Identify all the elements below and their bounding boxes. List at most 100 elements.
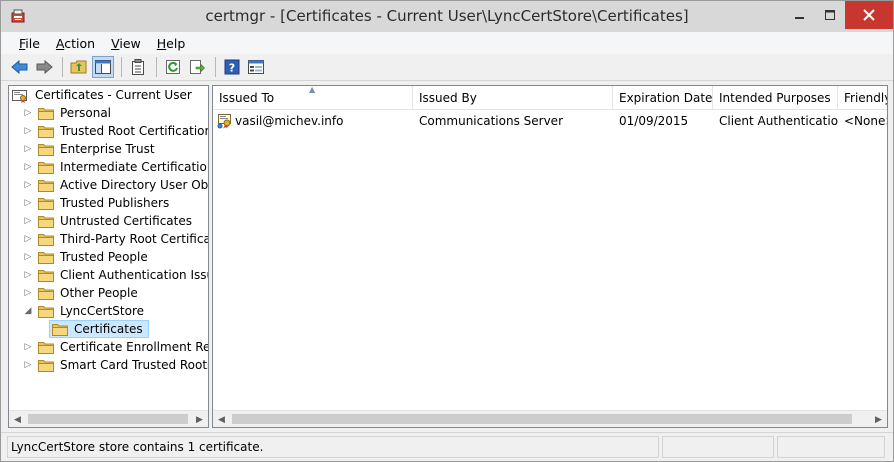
tree-item-label: Other People (60, 286, 138, 300)
folder-front-shape (38, 218, 54, 228)
menu-view[interactable]: View (103, 36, 149, 51)
menu-file[interactable]: File (11, 36, 48, 51)
column-expiration-date[interactable]: Expiration Date (613, 86, 713, 110)
folder-icon (38, 287, 54, 300)
expand-arrow-icon[interactable]: ▷ (21, 284, 35, 302)
column-friendly-name[interactable]: Friendly (838, 86, 887, 110)
tree-item[interactable]: ▷ Untrusted Certificates (21, 212, 198, 230)
table-row[interactable]: vasil@michev.info Communications Server … (213, 111, 887, 131)
expand-arrow-icon[interactable]: ▷ (21, 248, 35, 266)
close-button[interactable] (845, 1, 893, 29)
tree-item-content: Untrusted Certificates (35, 212, 198, 230)
scroll-right-icon[interactable]: ▶ (870, 411, 887, 427)
scroll-left-icon[interactable]: ◀ (213, 411, 230, 427)
tree-item[interactable]: ▷ Trusted People (21, 248, 154, 266)
folder-icon (52, 323, 68, 336)
tree-item-label: Trusted People (60, 250, 148, 264)
expand-arrow-icon[interactable]: ▷ (21, 212, 35, 230)
list-header: ▲ Issued To Issued By Expiration Date In… (213, 86, 887, 110)
scroll-left-icon[interactable]: ◀ (9, 411, 26, 427)
tree-item[interactable]: ▷ Other People (21, 284, 144, 302)
column-issued-by[interactable]: Issued By (413, 86, 613, 110)
tree-item[interactable]: ◢ LyncCertStore (21, 302, 150, 320)
expand-arrow-icon[interactable]: ▷ (21, 266, 35, 284)
list-scroll-thumb[interactable] (232, 414, 852, 424)
tree-item[interactable]: ▷ Trusted Publishers (21, 194, 175, 212)
tree-item[interactable]: ▷ Certificate Enrollment Reques (21, 338, 208, 356)
column-issued-to[interactable]: ▲ Issued To (213, 86, 413, 110)
cell-intended-purposes: Client Authentication (719, 114, 838, 128)
collapse-arrow-icon[interactable]: ◢ (21, 302, 35, 320)
forward-button[interactable] (33, 56, 55, 78)
tree-item-content: Smart Card Trusted Roots (35, 356, 208, 374)
tree-item[interactable]: ▷ Third-Party Root Certification (21, 230, 208, 248)
tree-item[interactable]: Certificates (49, 320, 149, 338)
tree-item[interactable]: ▷ Client Authentication Issuers (21, 266, 208, 284)
properties-button[interactable] (127, 56, 149, 78)
help-icon: ? (224, 59, 240, 75)
menu-help[interactable]: Help (149, 36, 194, 51)
maximize-icon (825, 10, 835, 20)
toolbar: ? (1, 54, 893, 81)
folder-front-shape (38, 164, 54, 174)
tree-item-content: Third-Party Root Certification (35, 230, 208, 248)
folder-icon (38, 359, 54, 372)
tree-scroll-thumb[interactable] (28, 414, 188, 424)
tree-root-item[interactable]: Certificates - Current User (11, 86, 194, 104)
tree-horizontal-scrollbar[interactable]: ◀ ▶ (9, 410, 208, 427)
tree-item-content: Intermediate Certification Au (35, 158, 208, 176)
folder-front-shape (38, 290, 54, 300)
tree-item[interactable]: ▷ Active Directory User Object (21, 176, 208, 194)
list-horizontal-scrollbar[interactable]: ◀ ▶ (213, 410, 887, 427)
expand-arrow-icon[interactable]: ▷ (21, 122, 35, 140)
console-button[interactable] (245, 56, 267, 78)
toolbar-separator (215, 57, 216, 77)
svg-text:?: ? (229, 62, 235, 75)
certificate-list-pane[interactable]: ▲ Issued To Issued By Expiration Date In… (212, 85, 888, 428)
expand-arrow-icon[interactable]: ▷ (21, 356, 35, 374)
refresh-icon (166, 60, 180, 74)
properties-icon (132, 59, 144, 75)
menu-action[interactable]: Action (48, 36, 103, 51)
title-bar[interactable]: certmgr - [Certificates - Current User\L… (1, 1, 893, 32)
expand-arrow-icon[interactable]: ▷ (21, 104, 35, 122)
folder-icon (38, 197, 54, 210)
cell-issued-to: vasil@michev.info (213, 111, 413, 131)
tree-item-content: Certificates (49, 320, 149, 338)
up-one-level-button[interactable] (68, 56, 90, 78)
export-list-icon (190, 60, 205, 74)
expand-arrow-icon[interactable]: ▷ (21, 230, 35, 248)
expand-arrow-icon[interactable]: ▷ (21, 158, 35, 176)
scroll-right-icon[interactable]: ▶ (191, 411, 208, 427)
expand-arrow-icon[interactable]: ▷ (21, 140, 35, 158)
expand-arrow-icon[interactable]: ▷ (21, 176, 35, 194)
show-hide-console-tree-button[interactable] (92, 56, 114, 78)
refresh-button[interactable] (162, 56, 184, 78)
certificates-store-icon (12, 90, 27, 103)
export-list-button[interactable] (186, 56, 208, 78)
console-icon (248, 60, 264, 74)
column-intended-purposes[interactable]: Intended Purposes (713, 86, 838, 110)
help-button[interactable]: ? (221, 56, 243, 78)
maximize-button[interactable] (815, 1, 845, 29)
expand-arrow-icon[interactable]: ▷ (21, 194, 35, 212)
back-button[interactable] (9, 56, 31, 78)
forward-arrow-icon (36, 59, 53, 75)
folder-front-shape (38, 254, 54, 264)
tree-item-label: Certificate Enrollment Reques (60, 340, 208, 354)
status-text: LyncCertStore store contains 1 certifica… (7, 436, 659, 458)
tree-item[interactable]: ▷ Intermediate Certification Au (21, 158, 208, 176)
tree-item[interactable]: ▷ Smart Card Trusted Roots (21, 356, 208, 374)
tree-item-content: Other People (35, 284, 144, 302)
cell-expiration-date: 01/09/2015 (619, 114, 689, 128)
console-tree: Certificates - Current User ▷ Personal ▷ Tr… (9, 86, 208, 411)
minimize-button[interactable] (785, 1, 815, 29)
expand-arrow-icon[interactable]: ▷ (21, 338, 35, 356)
folder-icon (38, 161, 54, 174)
tree-item[interactable]: ▷ Enterprise Trust (21, 140, 161, 158)
up-folder-icon (70, 60, 87, 74)
toolbar-separator (156, 57, 157, 77)
console-tree-pane[interactable]: Certificates - Current User ▷ Personal ▷ Tr… (8, 85, 209, 428)
tree-item[interactable]: ▷ Trusted Root Certification Au (21, 122, 208, 140)
tree-item[interactable]: ▷ Personal (21, 104, 117, 122)
